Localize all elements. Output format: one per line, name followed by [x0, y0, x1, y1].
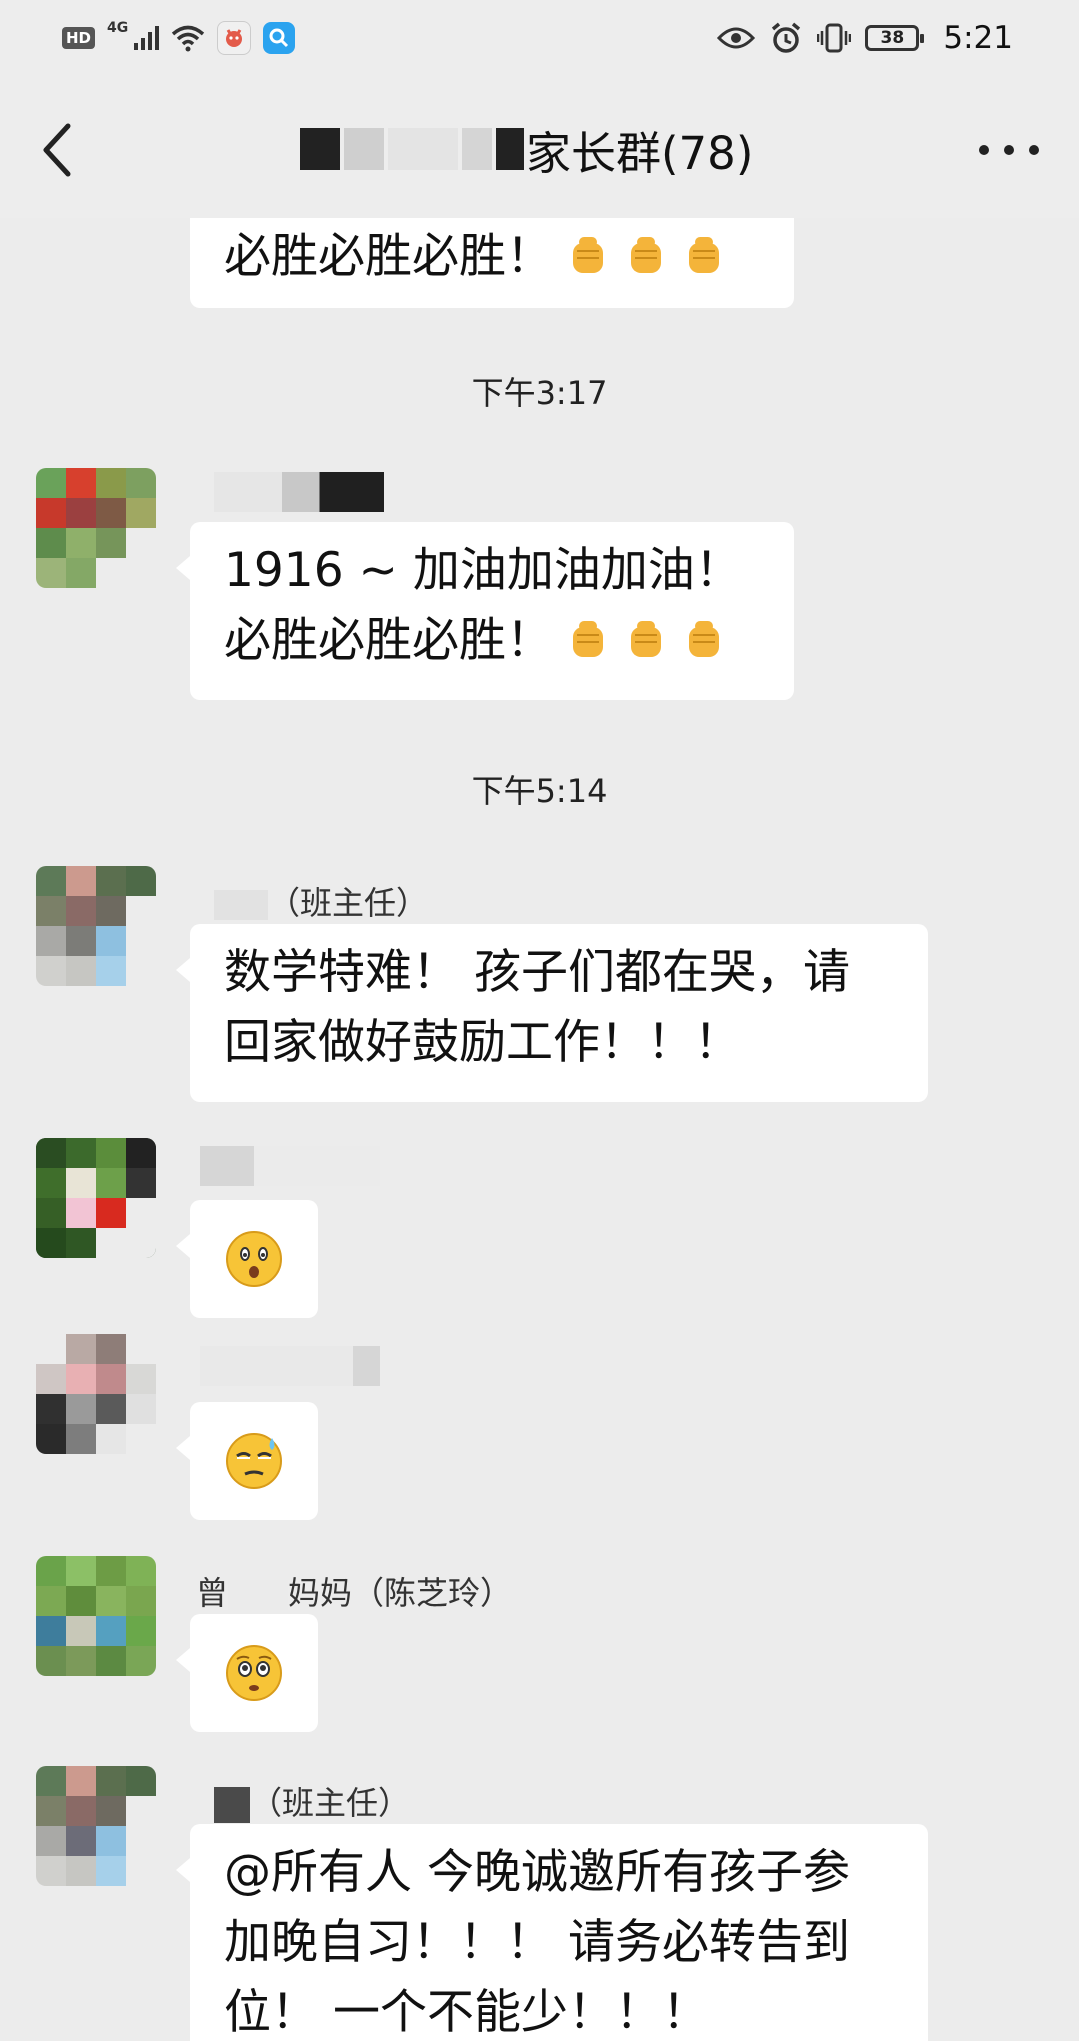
avatar[interactable] [36, 866, 156, 986]
redacted-name-block [344, 128, 384, 170]
network-label: 4G [107, 20, 129, 36]
status-right: 38 5:21 [717, 16, 1013, 60]
sender-name: （班主任） [214, 1778, 410, 1824]
sender-role: （班主任） [268, 884, 429, 922]
eye-icon [717, 27, 756, 49]
message-bubble[interactable]: 1916 ~ 加油加油加油！ 必胜必胜必胜！ [176, 522, 794, 700]
app-icon [217, 21, 252, 55]
message-bubble[interactable] [176, 1402, 318, 1520]
battery-icon: 38 [865, 25, 925, 51]
avatar[interactable] [36, 1766, 156, 1886]
wifi-icon [172, 25, 205, 52]
more-dots-icon[interactable] [979, 132, 1039, 168]
redacted-name-block [462, 128, 492, 170]
redacted-name-block [388, 128, 458, 170]
message-bubble[interactable]: @所有人 今晚诚邀所有孩子参 加晚自习！！！ 请务必转告到 位！ 一个不能少！！… [176, 1824, 928, 2041]
message-text: 回家做好鼓励工作！！！ [224, 1015, 741, 1070]
redacted-name-block [300, 128, 340, 170]
message-text: 必胜必胜必胜！ [224, 613, 553, 668]
message-text: 1916 ~ 加油加油加油！ [224, 543, 742, 598]
message-text: 位！ 一个不能少！！！ [224, 1985, 709, 2040]
sender-name: （班主任） [214, 878, 428, 924]
sender-name-redacted [214, 472, 384, 512]
sender-name-redacted [200, 1346, 380, 1386]
signal-icon [134, 26, 160, 50]
sender-role: （班主任） [250, 1784, 411, 1822]
message-text: 必胜必胜必胜！ [224, 229, 553, 284]
worried-face-emoji [226, 1645, 282, 1701]
redacted-name-block [496, 128, 524, 170]
sender-prefix: 曾 [196, 1574, 229, 1612]
timestamp: 下午3:17 [471, 374, 608, 412]
fist-emoji [573, 621, 603, 657]
group-title[interactable]: 家长群(78) [300, 114, 753, 184]
message-text: 加晚自习！！！ 请务必转告到 [224, 1915, 850, 1970]
battery-level: 38 [880, 28, 905, 48]
sender-name-redacted [200, 1146, 380, 1186]
fist-emoji [689, 237, 719, 273]
sender-name: 曾 妈妈（陈芝玲） [196, 1568, 512, 1614]
vibrate-icon [817, 23, 852, 53]
sender-label: 妈妈（陈芝玲） [288, 1574, 513, 1612]
message-bubble[interactable] [176, 1200, 318, 1318]
alarm-icon [772, 22, 801, 53]
hd-badge: HD [62, 27, 96, 49]
sweat-face-emoji [226, 1433, 282, 1489]
avatar[interactable] [36, 1138, 156, 1258]
message-bubble[interactable]: 数学特难！ 孩子们都在哭，请 回家做好鼓励工作！！！ [176, 924, 928, 1102]
surprised-face-emoji [226, 1231, 282, 1287]
avatar[interactable] [36, 1334, 156, 1454]
search-app-icon [263, 22, 296, 54]
fist-emoji [631, 237, 661, 273]
fist-emoji [631, 621, 661, 657]
message-text: 数学特难！ 孩子们都在哭，请 [224, 945, 850, 1000]
message-text: @所有人 今晚诚邀所有孩子参 [224, 1845, 850, 1900]
status-time: 5:21 [943, 20, 1013, 56]
avatar[interactable] [36, 468, 156, 588]
status-left: HD 4G [62, 18, 296, 58]
message-bubble[interactable] [176, 1614, 318, 1732]
status-bar: HD 4G 38 5:21 [0, 0, 1079, 78]
fist-emoji [573, 237, 603, 273]
back-chevron-icon[interactable] [38, 120, 78, 180]
page-title: 家长群(78) [526, 126, 754, 180]
chat-header: 家长群(78) [0, 78, 1079, 218]
avatar[interactable] [36, 1556, 156, 1676]
timestamp: 下午5:14 [471, 772, 608, 810]
fist-emoji [689, 621, 719, 657]
message-bubble[interactable]: 必胜必胜必胜！ [190, 218, 794, 308]
message-list[interactable]: 必胜必胜必胜！ 下午3:17 1916 ~ 加油加油加油！ 必胜必胜必胜！ 下午… [0, 218, 1079, 2041]
